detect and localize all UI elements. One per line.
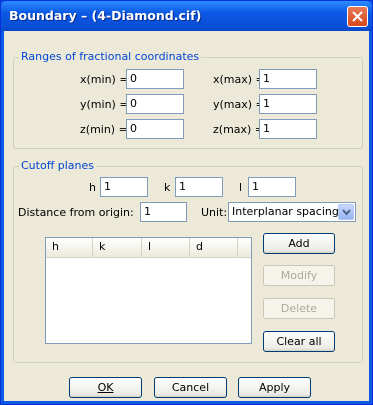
apply-label: Apply	[258, 381, 291, 394]
h-label: h	[89, 181, 96, 194]
distance-input[interactable]: 1	[140, 202, 187, 222]
column-header-d[interactable]: d	[190, 238, 238, 257]
close-button[interactable]	[347, 6, 368, 27]
zmax-input[interactable]: 1	[259, 119, 317, 139]
window-title: Boundary – (4-Diamond.cif)	[9, 8, 202, 23]
ymin-label: y(min) =	[80, 98, 129, 111]
close-icon	[352, 11, 363, 22]
dialog-window: Boundary – (4-Diamond.cif) Ranges of fra…	[0, 0, 373, 405]
zmin-label: z(min) =	[80, 123, 128, 136]
cancel-button[interactable]: Cancel	[154, 377, 227, 398]
modify-button[interactable]: Modify	[263, 265, 335, 286]
ymax-label: y(max) =	[213, 98, 265, 111]
xmax-label: x(max) =	[213, 73, 265, 86]
apply-button[interactable]: Apply	[238, 377, 311, 398]
cutoff-group-label: Cutoff planes	[19, 159, 97, 172]
column-header-k[interactable]: k	[93, 238, 142, 257]
unit-select-value: Interplanar spacing	[232, 205, 339, 218]
ymin-input[interactable]: 0	[126, 94, 184, 114]
ranges-group-label: Ranges of fractional coordinates	[19, 50, 202, 63]
planes-list-header: h k l d	[46, 238, 251, 258]
ymax-input[interactable]: 1	[259, 94, 317, 114]
planes-listview[interactable]: h k l d	[45, 237, 252, 344]
unit-dropdown-button[interactable]	[338, 204, 354, 220]
title-bar[interactable]: Boundary – (4-Diamond.cif)	[1, 1, 372, 31]
xmin-label: x(min) =	[80, 73, 129, 86]
unit-select[interactable]: Interplanar spacing	[228, 202, 356, 222]
xmax-input[interactable]: 1	[259, 69, 317, 89]
ok-label: OK	[97, 381, 114, 394]
clear-all-button[interactable]: Clear all	[263, 331, 335, 352]
ok-button[interactable]: OK	[69, 377, 142, 398]
chevron-down-icon	[342, 209, 351, 216]
l-label: l	[239, 181, 243, 194]
k-label: k	[164, 181, 171, 194]
delete-button[interactable]: Delete	[263, 298, 335, 319]
column-header-h[interactable]: h	[46, 238, 93, 257]
l-input[interactable]: 1	[248, 177, 296, 197]
add-button[interactable]: Add	[263, 233, 335, 254]
cutoff-group: Cutoff planes h 1 k 1 l 1 Distance from …	[13, 159, 363, 363]
dialog-body: Ranges of fractional coordinates x(min) …	[4, 31, 369, 401]
cancel-label: Cancel	[171, 381, 210, 394]
zmax-label: z(max) =	[213, 123, 265, 136]
ranges-group: Ranges of fractional coordinates x(min) …	[13, 50, 363, 149]
xmin-input[interactable]: 0	[126, 69, 184, 89]
distance-label: Distance from origin:	[18, 206, 134, 219]
unit-label: Unit:	[201, 206, 228, 219]
h-input[interactable]: 1	[100, 177, 148, 197]
k-input[interactable]: 1	[175, 177, 223, 197]
zmin-input[interactable]: 0	[126, 119, 184, 139]
column-header-l[interactable]: l	[142, 238, 190, 257]
